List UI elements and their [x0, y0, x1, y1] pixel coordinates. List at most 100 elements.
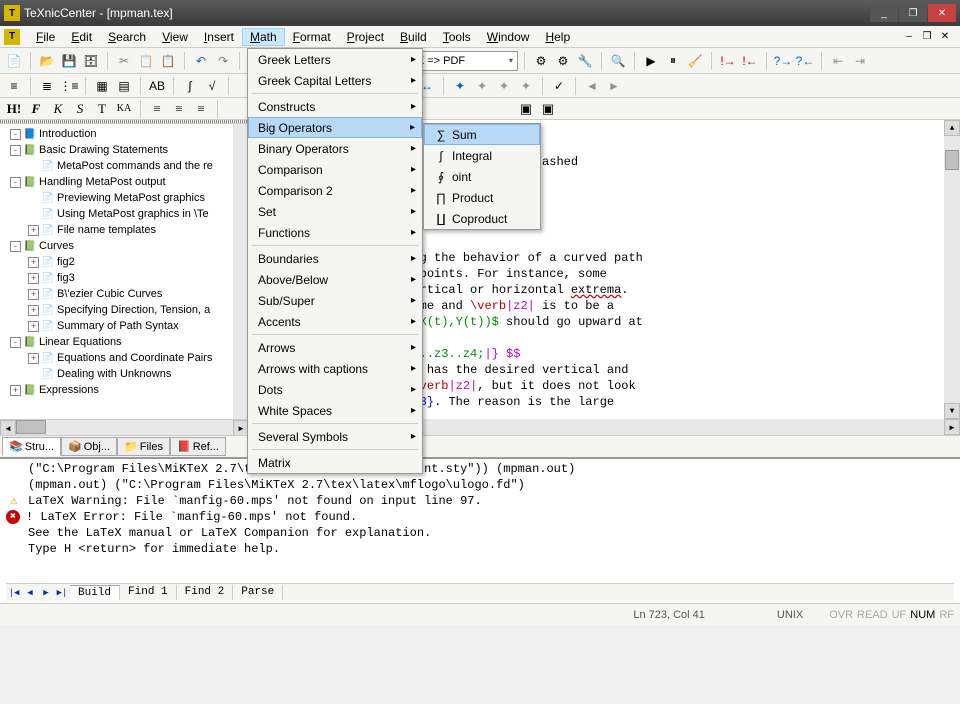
- stop-build-button[interactable]: ⏸: [663, 51, 683, 71]
- menu-search[interactable]: Search: [100, 28, 154, 46]
- format-ka-button[interactable]: KA: [114, 100, 134, 118]
- cut-button[interactable]: ✂: [114, 51, 134, 71]
- paste-button[interactable]: 📋: [158, 51, 178, 71]
- bigop-oint[interactable]: ∮oint: [424, 166, 540, 187]
- math-menu-sub/super[interactable]: Sub/Super: [248, 290, 422, 311]
- mdi-minimize[interactable]: –: [902, 30, 916, 44]
- view-output-button[interactable]: 🔍: [608, 51, 628, 71]
- build-all-button[interactable]: ⚙: [553, 51, 573, 71]
- output-tab-build[interactable]: Build: [70, 585, 120, 600]
- big-operators-submenu[interactable]: ∑Sum∫Integral∮oint∏Product∐Coproduct: [423, 123, 541, 230]
- maximize-button[interactable]: ❐: [899, 4, 927, 22]
- copy-button[interactable]: 📋: [136, 51, 156, 71]
- wand2-button[interactable]: ✦: [472, 76, 492, 96]
- math-menu-comparison[interactable]: Comparison: [248, 159, 422, 180]
- tree-node[interactable]: 📄Previewing MetaPost graphics: [2, 190, 247, 206]
- tree-node[interactable]: +📄Summary of Path Syntax: [2, 318, 247, 334]
- misc-icon-1[interactable]: ▣: [516, 100, 536, 118]
- label-button[interactable]: AB: [147, 76, 167, 96]
- structure-tree[interactable]: -📘Introduction-📗Basic Drawing Statements…: [0, 124, 249, 419]
- formula-button[interactable]: ∫: [180, 76, 200, 96]
- tabular-button[interactable]: ▤: [114, 76, 134, 96]
- menu-project[interactable]: Project: [339, 28, 392, 46]
- align-center-button[interactable]: ≡: [169, 100, 189, 118]
- next-error-button[interactable]: !→: [718, 51, 738, 71]
- tree-node[interactable]: 📄MetaPost commands and the re: [2, 158, 247, 174]
- mdi-close[interactable]: ✕: [938, 30, 952, 44]
- panel-tab-Obj[interactable]: 📦Obj...: [61, 437, 117, 456]
- math-menu-binary-operators[interactable]: Binary Operators: [248, 138, 422, 159]
- output-nav-btn[interactable]: ▶|: [54, 585, 70, 601]
- table-button[interactable]: ▦: [92, 76, 112, 96]
- compile-button[interactable]: 🔧: [575, 51, 595, 71]
- redo-button[interactable]: ↷: [213, 51, 233, 71]
- bookmark-next-button[interactable]: ►: [604, 76, 624, 96]
- minimize-button[interactable]: _: [870, 4, 898, 22]
- output-nav-btn[interactable]: ▶: [38, 585, 54, 601]
- panel-tab-Files[interactable]: 📁Files: [117, 437, 170, 456]
- align-left-button[interactable]: ≡: [147, 100, 167, 118]
- math-menu-greek-letters[interactable]: Greek Letters: [248, 49, 422, 70]
- math-menu-greek-capital-letters[interactable]: Greek Capital Letters: [248, 70, 422, 91]
- clean-button[interactable]: 🧹: [685, 51, 705, 71]
- menu-insert[interactable]: Insert: [196, 28, 242, 46]
- math-menu-white-spaces[interactable]: White Spaces: [248, 400, 422, 421]
- tree-scrollbar-h[interactable]: ◄►: [0, 419, 249, 435]
- math-menu-big-operators[interactable]: Big Operators: [248, 117, 422, 138]
- tree-node[interactable]: +📄B\'ezier Cubic Curves: [2, 286, 247, 302]
- math-menu-boundaries[interactable]: Boundaries: [248, 248, 422, 269]
- math-menu-above/below[interactable]: Above/Below: [248, 269, 422, 290]
- output-nav-btn[interactable]: ◀: [22, 585, 38, 601]
- math-menu-dots[interactable]: Dots: [248, 379, 422, 400]
- wand3-button[interactable]: ✦: [494, 76, 514, 96]
- editor-scrollbar-v[interactable]: ▲ ▼: [944, 120, 960, 419]
- format-t-button[interactable]: T: [92, 100, 112, 118]
- format-k-button[interactable]: K: [48, 100, 68, 118]
- close-button[interactable]: ✕: [928, 4, 956, 22]
- build-view-button[interactable]: ▶: [641, 51, 661, 71]
- build-button[interactable]: ⚙: [531, 51, 551, 71]
- menu-tools[interactable]: Tools: [435, 28, 479, 46]
- math-menu-dropdown[interactable]: Greek LettersGreek Capital LettersConstr…: [247, 48, 423, 474]
- prev-error-button[interactable]: !←: [740, 51, 760, 71]
- menu-math[interactable]: Math: [242, 28, 285, 46]
- tree-node[interactable]: 📄Dealing with Unknowns: [2, 366, 247, 382]
- math-menu-comparison-2[interactable]: Comparison 2: [248, 180, 422, 201]
- output-nav-btn[interactable]: |◀: [6, 585, 22, 601]
- bigop-product[interactable]: ∏Product: [424, 187, 540, 208]
- math-menu-matrix[interactable]: Matrix: [248, 452, 422, 473]
- menu-view[interactable]: View: [154, 28, 196, 46]
- math-menu-functions[interactable]: Functions: [248, 222, 422, 243]
- tree-node[interactable]: -📗Linear Equations: [2, 334, 247, 350]
- tree-node[interactable]: -📗Handling MetaPost output: [2, 174, 247, 190]
- math-menu-arrows-with-captions[interactable]: Arrows with captions: [248, 358, 422, 379]
- align-right-button[interactable]: ≡: [191, 100, 211, 118]
- tree-node[interactable]: +📄File name templates: [2, 222, 247, 238]
- next-warning-button[interactable]: ?→: [773, 51, 793, 71]
- tree-node[interactable]: +📄Equations and Coordinate Pairs: [2, 350, 247, 366]
- format-h-button[interactable]: H!: [4, 100, 24, 118]
- save-button[interactable]: 💾: [59, 51, 79, 71]
- misc-icon-2[interactable]: ▣: [538, 100, 558, 118]
- menu-build[interactable]: Build: [392, 28, 435, 46]
- description-button[interactable]: ⋮≡: [59, 76, 79, 96]
- output-tab-find1[interactable]: Find 1: [120, 585, 177, 600]
- bookmark-prev-button[interactable]: ◄: [582, 76, 602, 96]
- math-menu-accents[interactable]: Accents: [248, 311, 422, 332]
- enumerate-button[interactable]: ≣: [37, 76, 57, 96]
- tree-node[interactable]: +📄fig2: [2, 254, 247, 270]
- wand1-button[interactable]: ✦: [450, 76, 470, 96]
- sqrt-button[interactable]: √: [202, 76, 222, 96]
- math-menu-several-symbols[interactable]: Several Symbols: [248, 426, 422, 447]
- tree-node[interactable]: 📄Using MetaPost graphics in \Te: [2, 206, 247, 222]
- mdi-restore[interactable]: ❐: [920, 30, 934, 44]
- output-tab-parse[interactable]: Parse: [233, 585, 283, 600]
- prev-warning-button[interactable]: ?←: [795, 51, 815, 71]
- menu-edit[interactable]: Edit: [63, 28, 100, 46]
- undo-button[interactable]: ↶: [191, 51, 211, 71]
- new-button[interactable]: 📄: [4, 51, 24, 71]
- itemize-button[interactable]: ≡: [4, 76, 24, 96]
- tree-node[interactable]: -📘Introduction: [2, 126, 247, 142]
- format-f-button[interactable]: F: [26, 100, 46, 118]
- menu-window[interactable]: Window: [479, 28, 538, 46]
